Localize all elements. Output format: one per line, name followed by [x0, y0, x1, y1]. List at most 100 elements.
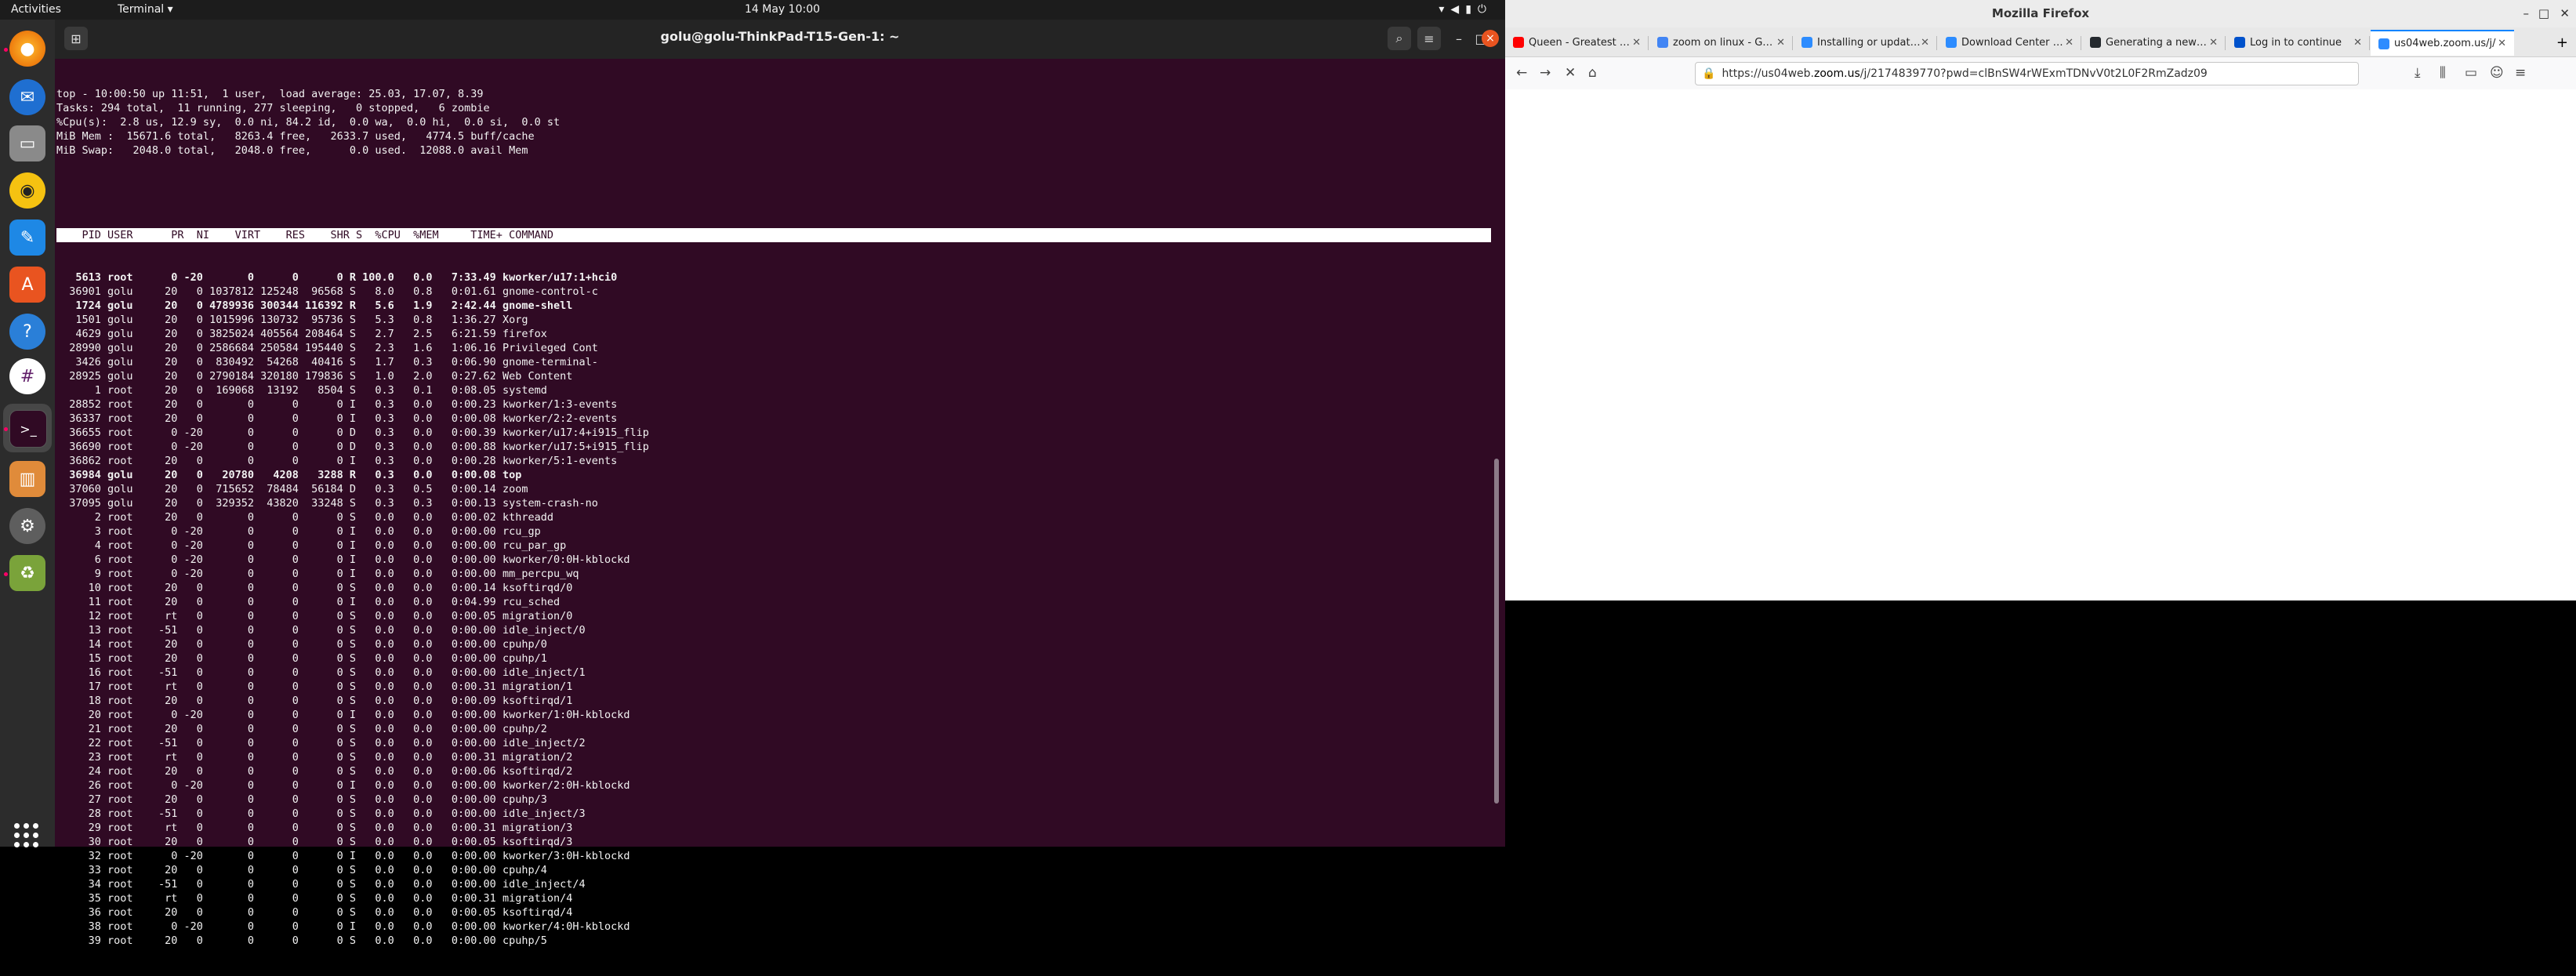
process-row: 13 root -51 0 0 0 0 S 0.0 0.0 0:00.00 id…: [56, 624, 586, 637]
browser-tab[interactable]: Log in to continue ✕: [2226, 31, 2370, 54]
close-tab-icon[interactable]: ✕: [2209, 37, 2218, 49]
forward-icon[interactable]: →: [1540, 65, 1551, 81]
summary-line: MiB Mem : 15671.6 total, 8263.4 free, 26…: [56, 130, 535, 143]
process-row: 16 root -51 0 0 0 0 S 0.0 0.0 0:00.00 id…: [56, 666, 586, 679]
dock: ● ✉ ▭ ◉ ✎ A ? # >_ ▥ ⚙ ♻: [0, 20, 55, 847]
browser-tab[interactable]: Download Center - Zoom✕: [1938, 31, 2081, 54]
sidebar-icon[interactable]: ▭: [2465, 65, 2477, 81]
process-row: 36690 root 0 -20 0 0 0 D 0.3 0.0 0:00.88…: [56, 441, 649, 453]
tab-strip: + Queen - Greatest Hits ✕ zoom on linux - …: [1505, 27, 2576, 57]
terminal-output[interactable]: top - 10:00:50 up 11:51, 1 user, load av…: [55, 59, 1507, 947]
process-row: 3426 golu 20 0 830492 54268 40416 S 1.7 …: [56, 356, 598, 368]
tab-label: Installing or updating Zoom: [1817, 36, 1921, 49]
software-icon[interactable]: A: [9, 267, 45, 303]
process-row: 27 root 20 0 0 0 0 S 0.0 0.0 0:00.00 cpu…: [56, 793, 547, 806]
top-bar: Activities Terminal ▾ 14 May 10:00 ▾◀▮⏻: [0, 0, 1505, 20]
search-button[interactable]: ⌕: [1388, 27, 1411, 50]
scrollbar[interactable]: [1494, 459, 1499, 804]
archive-icon[interactable]: ▥: [9, 461, 45, 497]
url-prefix: https://us04web.: [1722, 67, 1815, 80]
minimize-button[interactable]: –: [1447, 27, 1471, 50]
settings-icon[interactable]: ⚙: [9, 508, 45, 544]
navigation-toolbar: ← → ✕ ⌂ 🔒 https://us04web. zoom.us/j/2174…: [1505, 57, 2576, 91]
account-icon[interactable]: ☺: [2490, 65, 2504, 81]
back-icon[interactable]: ←: [1516, 65, 1527, 81]
process-row: 1 root 20 0 169068 13192 8504 S 0.3 0.1 …: [56, 384, 547, 397]
tab-label: Download Center - Zoom: [1961, 36, 2065, 49]
summary-line: MiB Swap: 2048.0 total, 2048.0 free, 0.0…: [56, 144, 528, 157]
tab-label: zoom on linux - Google Search: [1673, 36, 1776, 49]
process-row: 9 root 0 -20 0 0 0 I 0.0 0.0 0:00.00 mm_…: [56, 568, 579, 580]
network-icon: ▾: [1439, 3, 1451, 16]
process-row: 30 root 20 0 0 0 0 S 0.0 0.0 0:00.05 kso…: [56, 836, 573, 848]
favicon-icon: [1513, 37, 1524, 48]
volume-icon: ◀: [1450, 3, 1466, 16]
tab-label: Generating a new SSH key: [2106, 36, 2209, 49]
menu-icon[interactable]: ≡: [2515, 65, 2526, 81]
close-tab-icon[interactable]: ✕: [1921, 37, 1929, 49]
browser-tab[interactable]: Queen - Greatest Hits ✕: [1505, 31, 1649, 54]
process-row: 18 root 20 0 0 0 0 S 0.0 0.0 0:00.09 kso…: [56, 695, 573, 707]
close-tab-icon[interactable]: ✕: [1776, 37, 1785, 49]
terminal-window: ⊞ golu@golu-ThinkPad-T15-Gen-1: ~ ⌕ ≡ – …: [55, 20, 1507, 947]
library-icon[interactable]: ⫼: [2440, 65, 2446, 81]
show-applications-icon[interactable]: [14, 823, 39, 848]
downloads-icon[interactable]: ⤓: [2415, 65, 2421, 81]
help-icon[interactable]: ?: [9, 314, 45, 350]
power-menu-icon: ⏻: [1477, 3, 1493, 16]
clock[interactable]: 14 May 10:00: [745, 3, 820, 16]
thunderbird-icon[interactable]: ✉: [9, 79, 45, 115]
favicon-icon: [2234, 37, 2245, 48]
url-path: /j/2174839770?pwd=clBnSW4rWExmTDNvV0t2L0…: [1859, 67, 2208, 80]
summary-line: %Cpu(s): 2.8 us, 12.9 sy, 0.0 ni, 84.2 i…: [56, 116, 561, 129]
process-row: 28990 golu 20 0 2586684 250584 195440 S …: [56, 342, 598, 354]
url-bar[interactable]: 🔒 https://us04web. zoom.us/j/2174839770?p…: [1695, 62, 2359, 85]
process-row: 28 root -51 0 0 0 0 S 0.0 0.0 0:00.00 id…: [56, 807, 586, 820]
running-indicator: [4, 48, 8, 52]
rhythmbox-icon[interactable]: ◉: [9, 172, 45, 209]
tab-label: us04web.zoom.us/j/: [2394, 38, 2496, 49]
process-row: 36 root 20 0 0 0 0 S 0.0 0.0 0:00.05 kso…: [56, 906, 573, 919]
page-content[interactable]: [1505, 89, 2576, 600]
browser-tab[interactable]: Installing or updating Zoom✕: [1794, 31, 1937, 54]
summary-line: top - 10:00:50 up 11:51, 1 user, load av…: [56, 88, 484, 100]
minimize-button[interactable]: –: [2523, 6, 2530, 20]
maximize-button[interactable]: □: [2538, 6, 2549, 20]
process-table-header: PID USER PR NI VIRT RES SHR S %CPU %MEM …: [56, 228, 1491, 242]
process-row: 36655 root 0 -20 0 0 0 D 0.3 0.0 0:00.39…: [56, 426, 649, 439]
trash-icon[interactable]: ♻: [9, 555, 45, 591]
firefox-window: Mozilla Firefox – □ ✕ + Queen - Greatest…: [1505, 0, 2576, 847]
menu-button[interactable]: ≡: [1417, 27, 1441, 50]
slack-icon[interactable]: #: [9, 358, 45, 394]
top-summary: top - 10:00:50 up 11:51, 1 user, load av…: [56, 87, 1507, 158]
close-tab-icon[interactable]: ✕: [2065, 37, 2073, 49]
files-icon[interactable]: ▭: [9, 125, 45, 161]
process-row: 33 root 20 0 0 0 0 S 0.0 0.0 0:00.00 cpu…: [56, 864, 547, 876]
browser-tab[interactable]: us04web.zoom.us/j/✕: [2371, 30, 2514, 56]
firefox-icon[interactable]: ●: [9, 31, 45, 67]
browser-tab[interactable]: Generating a new SSH key✕: [2082, 31, 2226, 54]
close-button[interactable]: ✕: [2560, 6, 2570, 20]
terminal-icon[interactable]: >_: [9, 410, 47, 448]
browser-tab[interactable]: zoom on linux - Google Search✕: [1649, 31, 1793, 54]
writer-icon[interactable]: ✎: [9, 220, 45, 256]
app-menu[interactable]: Terminal ▾: [118, 3, 173, 16]
home-icon[interactable]: ⌂: [1588, 65, 1597, 81]
close-tab-icon[interactable]: ✕: [1632, 37, 1641, 49]
process-row: 11 root 20 0 0 0 0 I 0.0 0.0 0:04.99 rcu…: [56, 596, 561, 608]
close-tab-icon[interactable]: ✕: [2353, 37, 2362, 49]
close-tab-icon[interactable]: ✕: [2498, 38, 2506, 49]
activities-button[interactable]: Activities: [11, 3, 61, 16]
terminal-header: ⊞ golu@golu-ThinkPad-T15-Gen-1: ~ ⌕ ≡ – …: [55, 20, 1505, 59]
battery-icon: ▮: [1465, 3, 1478, 16]
process-row: 20 root 0 -20 0 0 0 I 0.0 0.0 0:00.00 kw…: [56, 709, 630, 721]
process-row: 6 root 0 -20 0 0 0 I 0.0 0.0 0:00.00 kwo…: [56, 553, 630, 566]
process-row: 37095 golu 20 0 329352 43820 33248 S 0.3…: [56, 497, 598, 510]
close-button[interactable]: ×: [1482, 30, 1499, 47]
process-row: 36984 golu 20 0 20780 4208 3288 R 0.3 0.…: [56, 469, 522, 481]
new-tab-button[interactable]: +: [2556, 34, 2568, 51]
system-tray[interactable]: ▾◀▮⏻: [1439, 3, 1493, 16]
process-row: 10 root 20 0 0 0 0 S 0.0 0.0 0:00.14 kso…: [56, 582, 573, 594]
url-domain: zoom.us: [1814, 67, 1860, 80]
stop-icon[interactable]: ✕: [1565, 65, 1576, 81]
